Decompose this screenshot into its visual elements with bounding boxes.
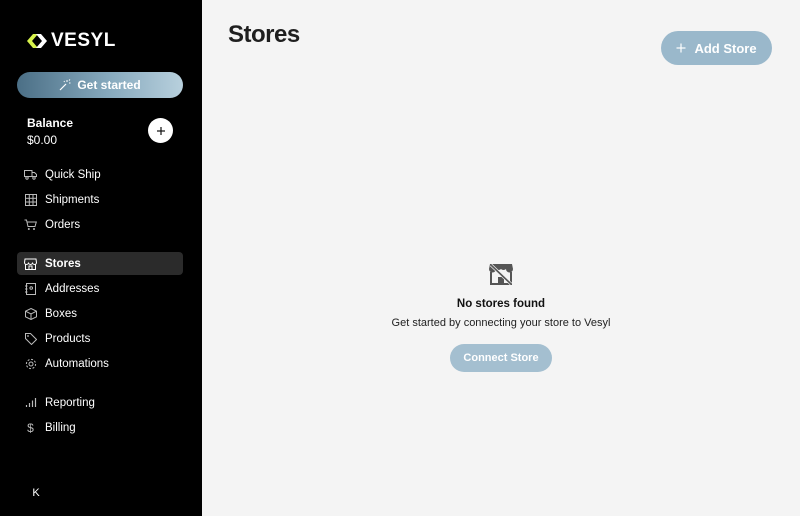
collapse-sidebar-button[interactable]: K xyxy=(29,486,43,500)
add-store-button[interactable]: Add Store xyxy=(661,31,772,65)
sidebar-item-billing[interactable]: $ Billing xyxy=(17,416,183,439)
add-store-label: Add Store xyxy=(694,40,757,56)
sidebar-item-orders[interactable]: Orders xyxy=(17,213,183,236)
tag-icon xyxy=(24,332,37,345)
gear-icon xyxy=(24,357,37,370)
empty-state-subtitle: Get started by connecting your store to … xyxy=(391,317,611,329)
box-icon xyxy=(24,307,37,320)
plus-icon xyxy=(156,126,165,135)
empty-state-title: No stores found xyxy=(456,298,546,310)
address-book-icon xyxy=(24,282,37,295)
sidebar-item-label: Orders xyxy=(45,218,81,231)
store-off-icon xyxy=(489,263,513,286)
bar-chart-icon xyxy=(24,396,37,409)
nav-secondary: Stores Addresses Boxes Products Automati… xyxy=(17,252,183,377)
sidebar-item-quick-ship[interactable]: Quick Ship xyxy=(17,163,183,186)
nav-primary: Quick Ship Shipments Orders xyxy=(17,163,183,238)
sidebar-item-automations[interactable]: Automations xyxy=(17,352,183,375)
sidebar-item-label: Billing xyxy=(45,421,76,434)
cart-icon xyxy=(24,218,37,231)
plus-icon xyxy=(676,43,686,53)
sidebar-item-label: Stores xyxy=(45,257,81,270)
sidebar-item-label: Shipments xyxy=(45,193,100,206)
grid-icon xyxy=(24,193,37,206)
sidebar-item-boxes[interactable]: Boxes xyxy=(17,302,183,325)
balance-value: $0.00 xyxy=(27,133,58,147)
sidebar-item-label: Boxes xyxy=(45,307,77,320)
sidebar-item-label: Addresses xyxy=(45,282,100,295)
balance-label: Balance xyxy=(27,116,74,130)
truck-icon xyxy=(24,168,37,181)
collapse-icon: K xyxy=(32,487,40,499)
get-started-label: Get started xyxy=(77,78,141,92)
dollar-icon: $ xyxy=(27,420,34,435)
store-icon xyxy=(24,257,37,270)
brand-logo[interactable]: VESYL xyxy=(27,30,116,52)
magic-wand-icon xyxy=(59,79,71,91)
nav-tertiary: Reporting $ Billing xyxy=(17,391,183,441)
sidebar-item-addresses[interactable]: Addresses xyxy=(17,277,183,300)
sidebar-item-shipments[interactable]: Shipments xyxy=(17,188,183,211)
sidebar-item-label: Reporting xyxy=(45,396,95,409)
sidebar-item-products[interactable]: Products xyxy=(17,327,183,350)
sidebar-item-label: Automations xyxy=(45,357,109,370)
main-content: Stores Add Store No stores found Get sta… xyxy=(202,0,800,516)
sidebar-item-reporting[interactable]: Reporting xyxy=(17,391,183,414)
sidebar-item-label: Quick Ship xyxy=(45,168,101,181)
sidebar-item-stores[interactable]: Stores xyxy=(17,252,183,275)
empty-state: No stores found Get started by connectin… xyxy=(202,262,800,372)
balance-block: Balance $0.00 xyxy=(27,116,73,147)
connect-store-button[interactable]: Connect Store xyxy=(450,344,552,372)
brand-name: VESYL xyxy=(51,30,116,51)
get-started-button[interactable]: Get started xyxy=(17,72,183,98)
vesyl-logo-icon xyxy=(27,34,47,48)
page-title: Stores xyxy=(228,21,300,48)
sidebar: VESYL Get started Balance $0.00 Quick Sh… xyxy=(0,0,202,516)
sidebar-item-label: Products xyxy=(45,332,91,345)
add-balance-button[interactable] xyxy=(148,118,173,143)
